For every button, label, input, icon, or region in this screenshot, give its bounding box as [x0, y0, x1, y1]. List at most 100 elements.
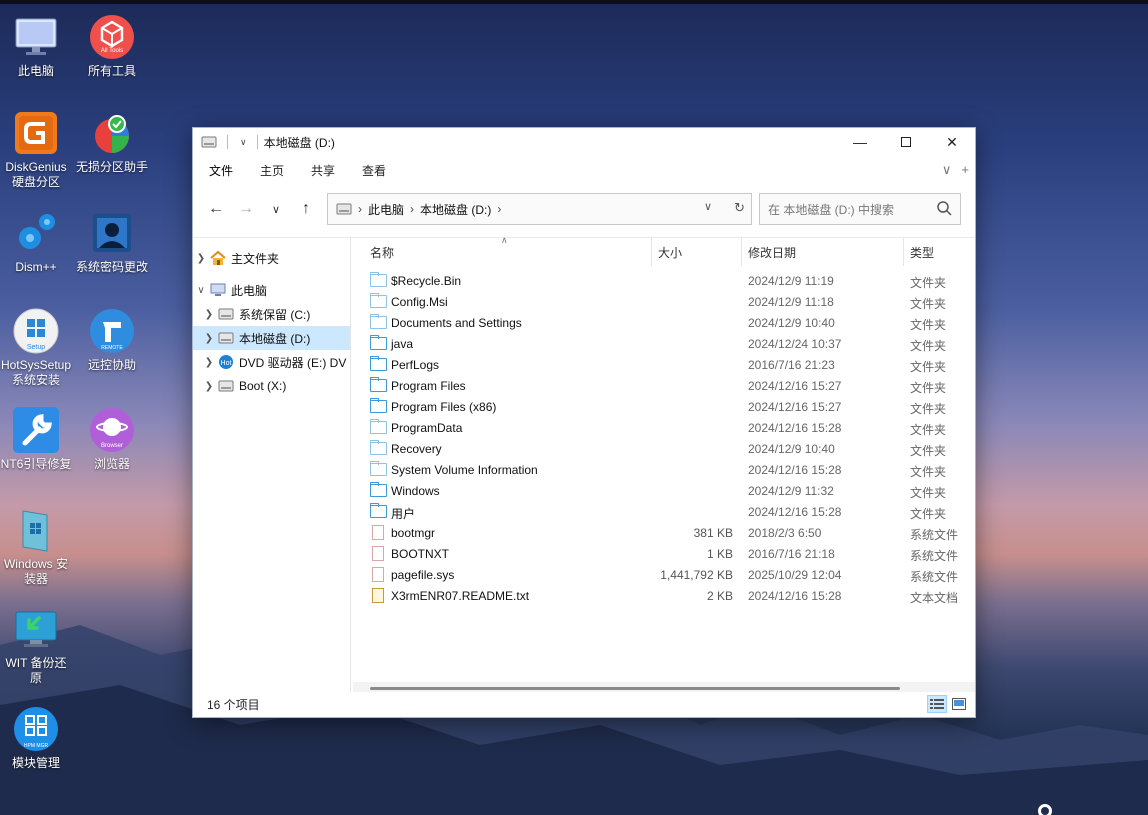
file-row[interactable]: Documents and Settings 2024/12/9 10:40 文件夹 — [353, 312, 973, 333]
refresh-icon[interactable]: ↻ — [734, 200, 745, 216]
desktop-icon-dism[interactable]: Dism++ — [0, 210, 72, 275]
desktop-icon-wit-backup[interactable]: WIT 备份还 原 — [0, 606, 72, 686]
nav-label: 主文件夹 — [231, 251, 280, 266]
file-row[interactable]: Recovery 2024/12/9 10:40 文件夹 — [353, 438, 973, 459]
chevron-right-icon[interactable]: ❯ — [201, 309, 217, 320]
file-row[interactable]: ProgramData 2024/12/16 15:28 文件夹 — [353, 417, 973, 438]
nav-item-home[interactable]: ❯ 主文件夹 — [193, 246, 350, 270]
item-count: 16 个项目 — [207, 697, 260, 712]
file-row[interactable]: pagefile.sys 1,441,792 KB 2025/10/29 12:04… — [353, 564, 973, 585]
column-type[interactable]: 类型 — [910, 244, 934, 261]
chevron-right-icon[interactable]: ❯ — [201, 381, 217, 392]
address-bar[interactable]: › 此电脑 › 本地磁盘 (D:) › ∨ ↻ — [327, 193, 752, 225]
file-type: 系统文件 — [910, 528, 959, 542]
column-header-row: ∧ 名称 大小 修改日期 类型 — [353, 235, 975, 266]
file-date: 2024/12/9 10:40 — [748, 316, 835, 330]
file-row[interactable]: BOOTNXT 1 KB 2016/7/16 21:18 系统文件 — [353, 543, 973, 564]
file-date: 2024/12/9 10:40 — [748, 442, 835, 456]
file-row[interactable]: Config.Msi 2024/12/9 11:18 文件夹 — [353, 291, 973, 312]
forward-button[interactable]: → — [231, 194, 261, 224]
column-date[interactable]: 修改日期 — [748, 244, 796, 261]
search-icon[interactable] — [936, 200, 952, 216]
nav-item-boot-x[interactable]: ❯ Boot (X:) — [193, 374, 350, 398]
desktop-icon-label: 浏览器 — [93, 457, 130, 471]
file-row[interactable]: 用户 2024/12/16 15:28 文件夹 — [353, 501, 973, 522]
large-icons-view-button[interactable] — [949, 695, 969, 713]
desktop-icon-nt6-repair[interactable]: NT6引导修复 — [0, 407, 72, 472]
scrollbar-thumb[interactable] — [370, 687, 900, 690]
chevron-right-icon[interactable]: ❯ — [201, 333, 217, 344]
column-name[interactable]: 名称 — [370, 244, 394, 261]
chevron-right-icon[interactable]: › — [410, 202, 414, 216]
nav-item-drive-d[interactable]: ❯ 本地磁盘 (D:) — [193, 326, 350, 350]
tab-file[interactable]: 文件 — [209, 162, 233, 179]
backup-restore-icon — [13, 606, 59, 652]
tab-share[interactable]: 共享 — [311, 162, 335, 179]
file-row[interactable]: $Recycle.Bin 2024/12/9 11:19 文件夹 — [353, 270, 973, 291]
desktop-icon-diskgenius[interactable]: DiskGenius 硬盘分区 — [0, 110, 72, 190]
file-name: PerfLogs — [391, 358, 440, 372]
close-button[interactable]: ✕ — [929, 128, 975, 156]
chevron-right-icon[interactable]: ❯ — [193, 253, 209, 264]
title-bar[interactable]: ∨ 本地磁盘 (D:) — ✕ — [193, 128, 975, 156]
file-row[interactable]: Program Files 2024/12/16 15:27 文件夹 — [353, 375, 973, 396]
nav-item-dvd-e[interactable]: ❯ Hot DVD 驱动器 (E:) DV — [193, 350, 350, 374]
chevron-right-icon[interactable]: › — [497, 202, 501, 216]
chevron-down-icon[interactable]: ∨ — [193, 285, 209, 296]
minimize-button[interactable]: — — [837, 128, 883, 156]
file-list[interactable]: ∧ 名称 大小 修改日期 类型 $Recycle.Bin 2024/12/9 11… — [353, 235, 975, 692]
navigation-pane[interactable]: ❯ 主文件夹 ∨ 此电脑 ❯ 系统保留 (C:) ❯ 本地磁盘 (D:) ❯ H… — [193, 238, 351, 692]
desktop-icon-remote[interactable]: REMOTE 远控协助 — [76, 308, 148, 373]
password-change-icon — [89, 210, 135, 256]
up-button[interactable]: ↑ — [291, 194, 321, 224]
file-row[interactable]: bootmgr 381 KB 2018/2/3 6:50 系统文件 — [353, 522, 973, 543]
desktop-icon-all-tools[interactable]: All Tools 所有工具 — [76, 14, 148, 79]
dism-gears-icon — [13, 210, 59, 256]
search-input[interactable]: 在 本地磁盘 (D:) 中搜索 — [759, 193, 961, 225]
folder-icon — [370, 419, 387, 434]
file-row[interactable]: System Volume Information 2024/12/16 15:2… — [353, 459, 973, 480]
desktop-icon-password-change[interactable]: 系统密码更改 — [76, 210, 148, 275]
maximize-button[interactable] — [883, 128, 929, 156]
breadcrumb-drive-d[interactable]: 本地磁盘 (D:) — [420, 201, 491, 218]
tab-home[interactable]: 主页 — [260, 162, 284, 179]
nav-item-drive-c[interactable]: ❯ 系统保留 (C:) — [193, 302, 350, 326]
file-row[interactable]: Windows 2024/12/9 11:32 文件夹 — [353, 480, 973, 501]
quick-access-dropdown-icon[interactable]: ∨ — [240, 137, 247, 148]
file-name: bootmgr — [391, 526, 436, 540]
desktop-icon-label: 此电脑 — [17, 64, 54, 78]
address-dropdown-icon[interactable]: ∨ — [704, 200, 712, 216]
breadcrumb-this-pc[interactable]: 此电脑 — [368, 201, 404, 218]
column-size[interactable]: 大小 — [658, 244, 682, 261]
details-view-icon — [930, 699, 944, 709]
explorer-window[interactable]: ∨ 本地磁盘 (D:) — ✕ 文件 主页 共享 查看 ∨ + ← → ∨ ↑ … — [192, 127, 976, 718]
file-type: 文本文档 — [910, 591, 959, 605]
dvd-icon: Hot — [219, 355, 233, 369]
chevron-right-icon[interactable]: › — [358, 202, 362, 216]
desktop-icon-label: Windows 安 装器 — [3, 557, 68, 586]
file-type: 文件夹 — [910, 381, 947, 395]
file-name: Program Files — [391, 379, 466, 393]
nav-item-this-pc[interactable]: ∨ 此电脑 — [193, 278, 350, 302]
file-row[interactable]: X3rmENR07.README.txt 2 KB 2024/12/16 15:28… — [353, 585, 973, 606]
details-view-button[interactable] — [927, 695, 947, 713]
desktop-icon-this-pc[interactable]: 此电脑 — [0, 14, 72, 79]
recent-locations-button[interactable]: ∨ — [261, 194, 291, 224]
desktop-icon-partition-assistant[interactable]: 无损分区助手 — [76, 110, 148, 175]
tab-view[interactable]: 查看 — [362, 162, 386, 179]
back-button[interactable]: ← — [201, 194, 231, 224]
file-date: 2018/2/3 6:50 — [748, 526, 822, 540]
expand-ribbon-icon[interactable]: ∨ — [942, 162, 952, 178]
desktop-icon-hotsyssetup[interactable]: Setup HotSysSetup 系统安装 — [0, 308, 72, 388]
chevron-right-icon[interactable]: ❯ — [201, 357, 217, 368]
file-type: 文件夹 — [910, 339, 947, 353]
desktop-icon-windows-installer[interactable]: Windows 安 装器 — [0, 507, 72, 587]
search-placeholder: 在 本地磁盘 (D:) 中搜索 — [768, 202, 894, 217]
file-row[interactable]: PerfLogs 2016/7/16 21:23 文件夹 — [353, 354, 973, 375]
file-row[interactable]: Program Files (x86) 2024/12/16 15:27 文件夹 — [353, 396, 973, 417]
folder-icon — [370, 398, 387, 413]
file-row[interactable]: java 2024/12/24 10:37 文件夹 — [353, 333, 973, 354]
desktop-icon-browser[interactable]: Browser 浏览器 — [76, 407, 148, 472]
add-icon[interactable]: + — [961, 162, 969, 178]
desktop-icon-module-manager[interactable]: HPM MGR 模块管理 — [0, 706, 72, 771]
